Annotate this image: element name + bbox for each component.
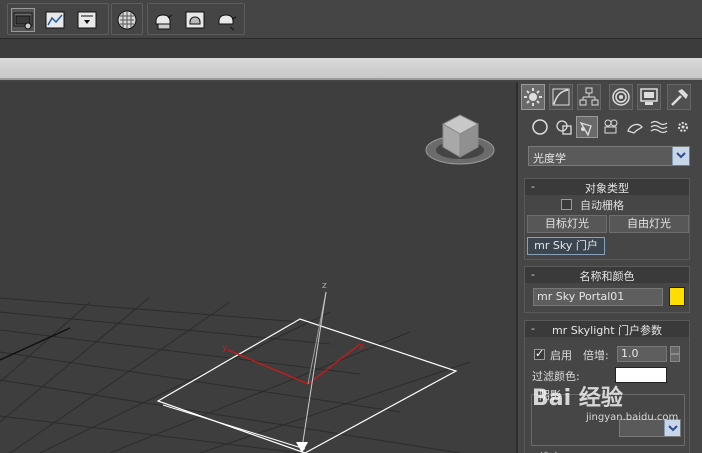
shapes-icon [556,120,572,135]
render-to-texture-button[interactable] [75,8,99,32]
rendered-frame-window-button[interactable] [43,8,67,32]
object-color-swatch[interactable] [669,287,685,306]
sky-portal-edge [162,404,306,450]
portal-direction-line [301,291,327,449]
display-monitor-icon [640,88,658,105]
sky-portal-object[interactable] [156,318,458,453]
modify-curve-icon [552,88,570,106]
watermark-url: jingyan.baidu.com [586,412,679,423]
category-dropdown[interactable]: 光度学 [528,146,690,166]
viewport-scene: x y z [0,114,495,453]
enabled-label: 启用 [550,349,572,362]
activeshade-icon [218,14,237,31]
render-to-texture-icon [77,11,97,29]
enabled-checkbox[interactable] [534,347,545,360]
toolbar-separator-strip [0,38,702,58]
subcat-cameras[interactable] [600,116,622,138]
render-toolbar-group-3 [147,3,245,35]
subcat-space-warps[interactable] [648,116,670,138]
subcat-geometry[interactable] [529,116,551,138]
viewcube[interactable] [425,114,495,165]
geometry-sphere-icon [532,119,548,135]
helpers-tape-icon [627,123,643,134]
perspective-viewport[interactable]: x y z [0,82,516,453]
render-toolbar-group-1 [7,3,109,35]
render-production-button[interactable] [151,8,175,32]
main-toolbar [0,0,702,38]
object-type-rollout-header[interactable]: - 对象类型 [525,179,689,195]
subcat-shapes[interactable] [553,116,575,138]
tab-display[interactable] [637,84,661,110]
portal-direction-arrow [296,442,308,453]
name-and-color-title: 名称和颜色 [579,270,635,283]
activeshade-button[interactable] [215,8,239,32]
name-and-color-rollout: - 名称和颜色 mr Sky Portal01 [524,266,690,313]
subcat-lights[interactable] [576,116,598,138]
spinner-down-icon[interactable] [670,354,680,362]
autogrid-checkbox[interactable] [561,199,572,210]
object-type-rollout: - 对象类型 自动栅格 目标灯光 自由灯光 mr Sky 门户 [524,178,690,260]
multiplier-input[interactable]: 1.0 [617,346,667,362]
portal-parameters-rollout-header[interactable]: - mr Skylight 门户参数 [525,321,689,337]
autogrid-label: 自动栅格 [580,199,624,212]
y-axis-label: y [222,343,228,353]
systems-gear-icon [678,122,688,132]
spinner-up-icon[interactable] [670,346,680,354]
lights-spotlight-icon [579,121,592,137]
name-and-color-rollout-header[interactable]: - 名称和颜色 [525,267,689,283]
space-warps-icon [650,120,668,134]
mr-sky-portal-button[interactable]: mr Sky 门户 [527,237,605,255]
watermark-brand: Bai 经验 [532,386,623,411]
baidu-jingyan-watermark: Bai 经验 jingyan.baidu.com [528,370,698,430]
y-axis-line [227,349,309,385]
create-sun-icon [524,88,542,106]
x-axis-line [307,343,361,385]
cameras-icon [604,119,618,134]
z-axis-line [307,291,327,385]
tab-create[interactable] [521,84,545,110]
ribbon-strip [0,58,702,80]
subcat-systems[interactable] [672,116,694,138]
x-axis-label: x [359,342,365,352]
rendered-frame-window-icon [45,11,65,29]
dimensions-label: 维度 [539,449,561,453]
hierarchy-icon [579,87,599,106]
multiplier-label: 倍增: [583,349,609,362]
target-light-button[interactable]: 目标灯光 [527,215,607,233]
portal-parameters-title: mr Skylight 门户参数 [551,324,663,337]
free-light-button[interactable]: 自由灯光 [609,215,689,233]
subcat-helpers[interactable] [624,116,646,138]
command-panel-tabs [518,84,702,112]
render-iterative-icon [185,11,205,29]
utilities-hammer-icon [671,89,688,106]
object-type-title: 对象类型 [585,182,629,195]
tab-hierarchy[interactable] [577,84,601,110]
tab-modify[interactable] [549,84,573,110]
render-setup-icon [13,12,33,30]
category-dropdown-value: 光度学 [533,152,566,165]
render-toolbar-group-2 [111,3,143,35]
motion-icon [612,88,630,106]
tab-motion[interactable] [609,84,633,110]
create-subcategories [518,116,702,140]
object-name-field[interactable]: mr Sky Portal01 [533,288,663,306]
z-axis-label: z [322,281,327,291]
render-production-icon [155,14,173,30]
render-iterative-button[interactable] [183,8,207,32]
home-grid [0,296,471,453]
material-editor-icon [117,10,137,30]
grid-axis-line [0,327,71,361]
tab-utilities[interactable] [667,84,691,110]
chevron-down-icon[interactable] [672,147,689,165]
material-editor-button[interactable] [115,8,139,32]
multiplier-spinner[interactable] [670,346,680,362]
render-setup-button[interactable] [11,8,35,32]
